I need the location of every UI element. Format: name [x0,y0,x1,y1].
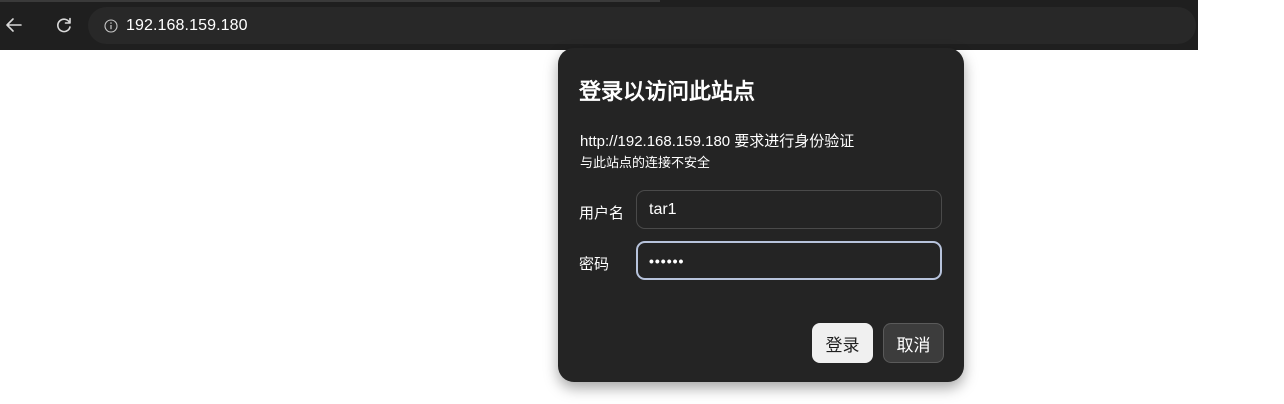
browser-toolbar: 192.168.159.180 [0,0,1198,50]
username-value: tar1 [649,200,677,218]
back-button[interactable] [2,13,26,37]
username-label: 用户名 [579,205,625,222]
browser-window: 192.168.159.180 登录以访问此站点 http://192.168.… [0,0,1284,404]
cancel-button[interactable]: 取消 [883,323,944,363]
insecure-connection-warning: 与此站点的连接不安全 [580,155,711,170]
password-value: •••••• [649,252,685,269]
address-bar[interactable]: 192.168.159.180 [88,7,1196,44]
tabstrip-edge [0,0,660,2]
username-field[interactable]: tar1 [636,190,942,229]
url-text: 192.168.159.180 [126,16,248,34]
back-arrow-icon [6,18,22,32]
reload-button[interactable] [52,13,76,37]
auth-origin-message: http://192.168.159.180 要求进行身份验证 [580,133,855,150]
password-label: 密码 [579,256,610,273]
dialog-title: 登录以访问此站点 [579,79,756,104]
reload-icon [57,17,71,33]
password-field[interactable]: •••••• [636,241,942,280]
auth-dialog: 登录以访问此站点 http://192.168.159.180 要求进行身份验证… [558,48,964,382]
info-icon[interactable] [104,18,118,33]
login-button[interactable]: 登录 [812,323,873,363]
